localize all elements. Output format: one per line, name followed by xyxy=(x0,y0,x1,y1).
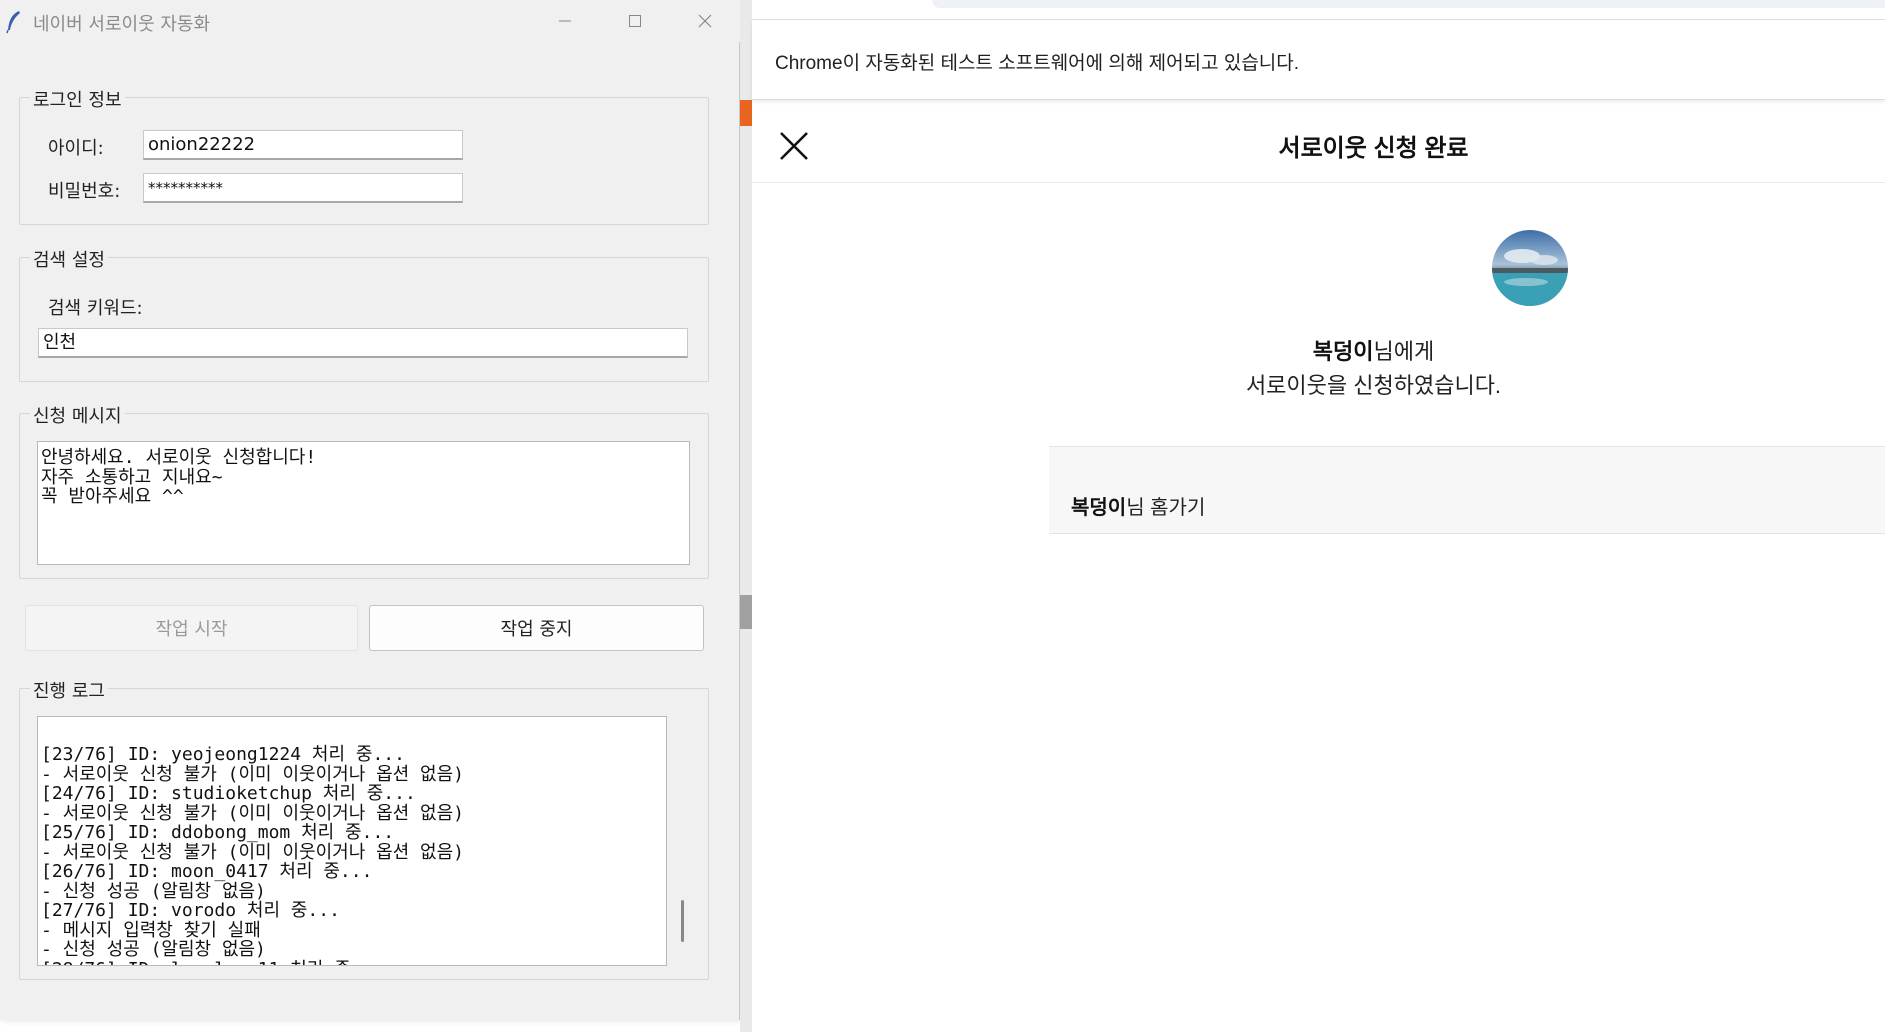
success-message: 서로이웃을 신청하였습니다. xyxy=(1245,373,1502,398)
success-line-1: 복덩이님에게 xyxy=(752,334,1885,366)
login-group-label: 로그인 정보 xyxy=(30,86,125,112)
log-line: - 서로이웃 신청 불가 (이미 이웃이거나 옵션 없음) xyxy=(41,802,465,824)
chrome-toolbar-edge xyxy=(752,0,1885,20)
home-link[interactable]: 복덩이님 홈가기 xyxy=(1071,491,1205,520)
automation-infobar: Chrome이 자동화된 테스트 소프트웨어에 의해 제어되고 있습니다. xyxy=(752,20,1885,100)
search-settings-group: 검색 설정 검색 키워드: 인천 xyxy=(19,246,709,382)
keyword-label: 검색 키워드: xyxy=(48,298,143,319)
neighbor-name: 복덩이 xyxy=(1312,339,1374,364)
stop-task-button[interactable]: 작업 중지 xyxy=(369,605,704,651)
id-label: 아이디: xyxy=(48,138,104,159)
log-textarea[interactable]: [23/76] ID: yeojeong1224 처리 중... - 서로이웃 신… xyxy=(37,716,667,966)
id-input[interactable]: onion22222 xyxy=(143,130,463,160)
modal-header: 서로이웃 신청 완료 xyxy=(752,100,1885,183)
password-label: 비밀번호: xyxy=(48,181,121,202)
log-line: - 메시지 입력창 찾기 실패 xyxy=(41,919,261,941)
close-window-button[interactable] xyxy=(685,8,725,34)
log-group-label: 진행 로그 xyxy=(30,677,108,703)
home-link-suffix: 님 홈가기 xyxy=(1126,497,1206,519)
minimize-button[interactable] xyxy=(545,8,585,34)
window-titlebar[interactable]: 네이버 서로이웃 자동화 xyxy=(0,0,740,42)
search-group-label: 검색 설정 xyxy=(30,246,108,272)
home-link-name: 복덩이 xyxy=(1071,497,1127,519)
log-line: [27/76] ID: vorodo 처리 중... xyxy=(41,900,340,921)
background-scroll-strip xyxy=(740,595,752,629)
chrome-address-bar-edge[interactable] xyxy=(932,0,1885,8)
start-task-button[interactable]: 작업 시작 xyxy=(25,605,358,651)
name-suffix: 님에게 xyxy=(1373,339,1435,364)
request-message-group: 신청 메시지 안녕하세요. 서로이웃 신청합니다! 자주 소통하고 지내요~ 꼭… xyxy=(19,402,709,579)
log-line: [28/76] ID: lovelymr11 처리 중... xyxy=(41,959,663,965)
minimize-icon xyxy=(559,20,571,22)
window-title: 네이버 서로이웃 자동화 xyxy=(33,14,211,35)
log-scrollbar-thumb[interactable] xyxy=(681,900,684,942)
password-input[interactable]: ********** xyxy=(143,173,463,203)
log-line: - 신청 성공 (알림창 없음) xyxy=(41,880,266,902)
keyword-input[interactable]: 인천 xyxy=(38,328,688,358)
close-icon xyxy=(698,14,712,28)
maximize-icon xyxy=(629,15,641,27)
message-textarea[interactable]: 안녕하세요. 서로이웃 신청합니다! 자주 소통하고 지내요~ 꼭 받아주세요 … xyxy=(37,441,690,565)
log-line: - 서로이웃 신청 불가 (이미 이웃이거나 옵션 없음) xyxy=(41,841,465,863)
home-link-row[interactable]: 복덩이님 홈가기 xyxy=(1049,446,1885,534)
log-line: [23/76] ID: yeojeong1224 처리 중... xyxy=(41,744,405,765)
background-page-edge xyxy=(740,0,752,1032)
progress-log-group: 진행 로그 [23/76] ID: yeojeong1224 처리 중... - … xyxy=(19,677,709,980)
log-line: - 서로이웃 신청 불가 (이미 이웃이거나 옵션 없음) xyxy=(41,763,465,785)
login-info-group: 로그인 정보 아이디: onion22222 비밀번호: ********** xyxy=(19,86,709,225)
tk-app-window: 네이버 서로이웃 자동화 로그인 정보 아이디: onion22222 비밀번호… xyxy=(0,0,740,1020)
log-line: [24/76] ID: studioketchup 처리 중... xyxy=(41,783,416,804)
feather-icon xyxy=(6,10,22,34)
log-line: [25/76] ID: ddobong_mom 처리 중... xyxy=(41,822,395,843)
avatar-image xyxy=(1492,230,1568,306)
log-line: - 신청 성공 (알림창 없음) xyxy=(41,939,266,960)
chrome-window: Chrome이 자동화된 테스트 소프트웨어에 의해 제어되고 있습니다. 서로… xyxy=(752,0,1885,1032)
message-group-label: 신청 메시지 xyxy=(30,402,125,428)
background-accent-strip xyxy=(740,100,752,126)
automation-infobar-text: Chrome이 자동화된 테스트 소프트웨어에 의해 제어되고 있습니다. xyxy=(775,53,1300,74)
log-line: [26/76] ID: moon_0417 처리 중... xyxy=(41,861,373,882)
avatar xyxy=(1492,230,1568,306)
modal-title: 서로이웃 신청 완료 xyxy=(1278,135,1469,162)
maximize-button[interactable] xyxy=(615,8,655,34)
log-scrollbar[interactable] xyxy=(672,715,696,965)
